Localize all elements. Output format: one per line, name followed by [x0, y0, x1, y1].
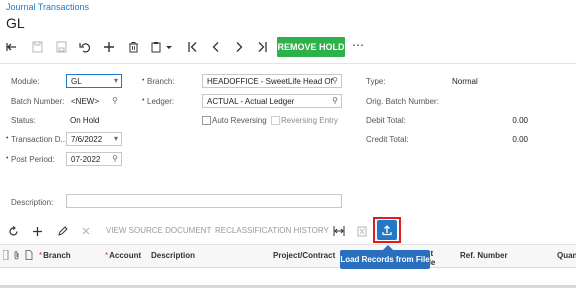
- batch-number-label: Batch Number:: [11, 97, 65, 106]
- save-close-icon[interactable]: [54, 40, 68, 54]
- search-icon[interactable]: ⚲: [332, 76, 338, 85]
- save-icon[interactable]: [30, 40, 44, 54]
- search-icon[interactable]: ⚲: [112, 96, 118, 105]
- column-quantity[interactable]: Quan: [557, 251, 576, 260]
- copy-paste-icon[interactable]: [150, 40, 174, 54]
- attachment-icon: [12, 249, 20, 261]
- last-record-icon[interactable]: [255, 40, 269, 54]
- orig-batch-number-label: Orig. Batch Number:: [366, 97, 439, 106]
- row-status-icon: [2, 249, 10, 261]
- first-record-icon[interactable]: [186, 40, 200, 54]
- column-description[interactable]: Description: [151, 251, 195, 260]
- reclassification-history-button[interactable]: RECLASSIFICATION HISTORY: [215, 226, 329, 235]
- edit-icon[interactable]: [55, 224, 69, 238]
- auto-reversing-label: Auto Reversing: [212, 116, 267, 125]
- add-icon[interactable]: [102, 40, 116, 54]
- breadcrumb[interactable]: Journal Transactions: [6, 2, 89, 12]
- next-record-icon[interactable]: [232, 40, 246, 54]
- branch-label: Branch:: [142, 77, 175, 86]
- column-account-label: Account: [109, 251, 142, 260]
- reversing-entry-checkbox[interactable]: [271, 116, 280, 125]
- toolbar-divider: [0, 63, 576, 64]
- chevron-down-icon: ▾: [113, 134, 118, 143]
- branch-field[interactable]: HEADOFFICE - SweetLife Head Office ⚲: [202, 74, 342, 88]
- column-account[interactable]: *Account: [105, 251, 141, 260]
- auto-reversing-checkbox[interactable]: [202, 116, 211, 125]
- previous-record-icon[interactable]: [209, 40, 223, 54]
- transaction-date-value: 7/6/2022: [71, 135, 103, 144]
- search-icon[interactable]: ⚲: [332, 96, 338, 105]
- fit-columns-icon[interactable]: [332, 224, 346, 238]
- back-arrow-icon[interactable]: [5, 40, 19, 54]
- upload-file-button[interactable]: [377, 220, 397, 240]
- ledger-label: Ledger:: [142, 97, 174, 106]
- remove-hold-button[interactable]: REMOVE HOLD: [277, 37, 345, 57]
- transaction-date-label: Transaction D...: [6, 135, 67, 144]
- module-value: GL: [71, 77, 82, 86]
- debit-total-value: 0.00: [512, 116, 528, 125]
- undo-icon[interactable]: [78, 40, 92, 54]
- export-excel-icon[interactable]: [355, 224, 369, 238]
- column-branch[interactable]: *Branch: [39, 251, 71, 260]
- post-period-field[interactable]: 07-2022 ⚲: [66, 152, 122, 166]
- refresh-icon[interactable]: [6, 224, 20, 238]
- view-source-document-button[interactable]: VIEW SOURCE DOCUMENT: [106, 226, 211, 235]
- debit-total-label: Debit Total:: [366, 116, 406, 125]
- module-label: Module:: [11, 77, 40, 86]
- column-branch-label: Branch: [43, 251, 71, 260]
- credit-total-value: 0.00: [512, 135, 528, 144]
- reversing-entry-label: Reversing Entry: [281, 116, 338, 125]
- post-period-label: Post Period:: [6, 155, 55, 164]
- add-row-icon[interactable]: [30, 224, 44, 238]
- batch-number-field[interactable]: <NEW> ⚲: [66, 94, 122, 108]
- type-label: Type:: [366, 77, 386, 86]
- description-field[interactable]: [66, 194, 342, 208]
- batch-number-value: <NEW>: [71, 97, 100, 106]
- credit-total-label: Credit Total:: [366, 135, 409, 144]
- note-icon: [24, 249, 33, 261]
- module-select[interactable]: GL ▾: [66, 74, 122, 88]
- more-actions-button[interactable]: ⋯: [351, 38, 365, 52]
- ledger-field[interactable]: ACTUAL - Actual Ledger ⚲: [202, 94, 342, 108]
- search-icon[interactable]: ⚲: [112, 154, 118, 163]
- post-period-value: 07-2022: [71, 155, 101, 164]
- column-project-contract[interactable]: Project/Contract: [273, 251, 335, 260]
- transaction-date-field[interactable]: 7/6/2022 ▾: [66, 132, 122, 146]
- description-label: Description:: [11, 198, 54, 207]
- branch-value: HEADOFFICE - SweetLife Head Office: [207, 77, 333, 86]
- chevron-down-icon: ▾: [113, 76, 118, 85]
- column-ref-number[interactable]: Ref. Number: [460, 251, 508, 260]
- upload-icon: [381, 224, 393, 236]
- delete-icon[interactable]: [126, 40, 140, 54]
- ledger-value: ACTUAL - Actual Ledger: [207, 97, 295, 106]
- page-title: GL: [6, 15, 25, 31]
- type-value: Normal: [452, 77, 478, 86]
- upload-tooltip: Load Records from File: [340, 245, 430, 269]
- delete-row-icon[interactable]: [79, 224, 93, 238]
- status-value: On Hold: [70, 116, 100, 125]
- status-label: Status:: [11, 116, 36, 125]
